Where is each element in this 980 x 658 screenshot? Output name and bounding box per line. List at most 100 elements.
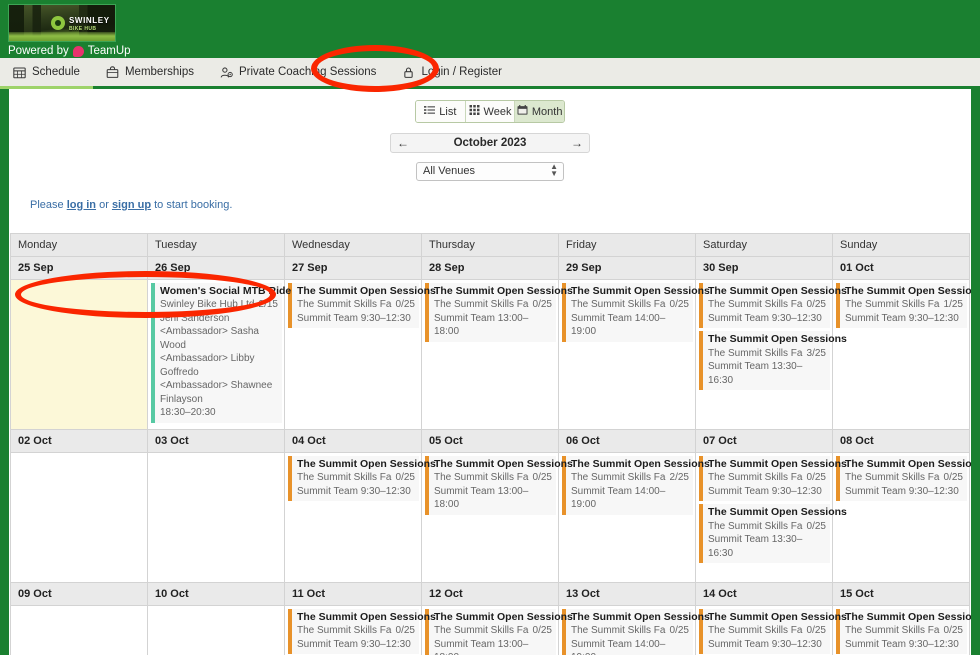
event-venue-row: The Summit Skills Facility0/25 <box>571 298 689 312</box>
calendar-event[interactable]: The Summit Open Sessions The Summit Skill… <box>425 455 573 515</box>
arrow-right-icon[interactable]: → <box>565 134 589 152</box>
calendar-day-cell[interactable]: Women's Social MTB Ride Swinley Bike Hub … <box>147 278 292 430</box>
event-venue: The Summit Skills Facility <box>571 299 666 310</box>
event-capacity-count: 2/15 <box>258 299 278 310</box>
calendar-events-row: The Summit Open Sessions The Summit Skill… <box>10 604 971 656</box>
event-venue-row: The Summit Skills Facility0/25 <box>297 298 415 312</box>
event-time: Summit Team 14:00–19:00 <box>571 312 666 338</box>
calendar-day-cell[interactable]: The Summit Open Sessions The Summit Skill… <box>421 451 573 583</box>
calendar-day-cell[interactable] <box>10 451 148 583</box>
signup-link-label: sign up <box>111 198 152 211</box>
calendar-event[interactable]: The Summit Open Sessions The Summit Skill… <box>288 455 436 501</box>
calendar-day-cell[interactable]: The Summit Open Sessions The Summit Skill… <box>558 278 710 430</box>
arrow-left-icon[interactable]: ← <box>391 134 415 152</box>
calendar-day-header: Thursday <box>421 232 559 257</box>
view-button-list[interactable]: List <box>416 101 466 122</box>
calendar-event[interactable]: The Summit Open Sessions The Summit Skill… <box>288 282 436 328</box>
calendar-event[interactable]: The Summit Open Sessions The Summit Skill… <box>836 608 971 654</box>
calendar-day-cell[interactable]: The Summit Open Sessions The Summit Skill… <box>284 451 436 583</box>
login-prompt-prefix: Please <box>30 198 67 211</box>
calendar-event[interactable]: The Summit Open Sessions The Summit Skill… <box>562 455 710 515</box>
logo-wordmark: SWINLEY BIKE HUB <box>69 16 110 34</box>
calendar-event[interactable]: The Summit Open Sessions The Summit Skill… <box>699 608 847 654</box>
calendar-date-label: 03 Oct <box>147 428 285 453</box>
calendar-day-cell[interactable] <box>147 604 285 655</box>
nav-item-login-register-label: Login / Register <box>421 66 502 78</box>
person-gear-icon <box>220 66 233 79</box>
calendar-event[interactable]: The Summit Open Sessions The Summit Skill… <box>699 282 847 328</box>
card-icon <box>106 65 119 79</box>
nav-item-login-register[interactable]: Login / Register <box>389 58 515 86</box>
event-time: Summit Team 9:30–12:30 <box>845 638 959 650</box>
event-capacity-count: 0/25 <box>669 625 689 636</box>
event-venue-row: The Summit Skills Facility3/25 <box>708 347 826 361</box>
venue-select[interactable]: All Venues <box>416 161 564 181</box>
calendar-day-cell[interactable]: The Summit Open Sessions The Summit Skill… <box>695 604 847 655</box>
calendar-day-cell[interactable]: The Summit Open Sessions The Summit Skill… <box>558 604 710 656</box>
event-time: Summit Team 14:00–19:00 <box>571 638 666 656</box>
event-title: The Summit Open Sessions <box>708 610 847 623</box>
event-venue: The Summit Skills Facility <box>297 472 392 483</box>
calendar-event[interactable]: The Summit Open Sessions The Summit Skill… <box>562 608 710 656</box>
calendar-day-cell[interactable] <box>10 604 148 655</box>
event-title: The Summit Open Sessions <box>434 457 573 470</box>
signup-link[interactable]: sign up <box>112 199 151 211</box>
event-time: Summit Team 9:30–12:30 <box>708 485 822 497</box>
calendar-day-cell[interactable]: The Summit Open Sessions The Summit Skill… <box>695 451 847 583</box>
nav-item-private-coaching[interactable]: Private Coaching Sessions <box>207 58 389 86</box>
calendar-day-header: Sunday <box>832 232 970 257</box>
nav-item-memberships[interactable]: Memberships <box>93 58 207 86</box>
event-time: Summit Team 9:30–12:30 <box>708 312 822 324</box>
calendar-day-cell[interactable] <box>147 451 285 583</box>
event-time: Summit Team 13:30–16:30 <box>708 534 803 559</box>
event-venue-row: The Summit Skills Facility0/25 <box>297 624 415 638</box>
calendar-event[interactable]: The Summit Open Sessions The Summit Skill… <box>288 608 436 654</box>
month-navigator: ← October 2023 → <box>390 133 590 153</box>
event-venue: The Summit Skills Facility <box>708 520 803 532</box>
event-title: Women's Social MTB Ride <box>160 284 292 297</box>
calendar-day-cell[interactable]: The Summit Open Sessions The Summit Skill… <box>421 604 573 655</box>
event-venue: The Summit Skills Facility <box>708 347 803 359</box>
calendar-date-label: 13 Oct <box>558 581 696 606</box>
calendar-event[interactable]: The Summit Open Sessions The Summit Skill… <box>699 504 847 563</box>
calendar-event[interactable]: The Summit Open Sessions The Summit Skill… <box>699 455 847 501</box>
calendar-day-cell[interactable]: The Summit Open Sessions The Summit Skill… <box>284 604 436 655</box>
calendar-event[interactable]: The Summit Open Sessions The Summit Skill… <box>836 455 980 501</box>
event-venue-row: The Summit Skills Facility0/25 <box>708 624 826 638</box>
event-title: The Summit Open Sessions <box>845 457 980 470</box>
event-capacity-count: 0/25 <box>532 299 552 310</box>
event-venue-row: The Summit Skills Facility0/25 <box>434 298 552 312</box>
event-detail-line: <Ambassador> Shawnee <box>160 380 273 391</box>
calendar-event[interactable]: The Summit Open Sessions The Summit Skill… <box>562 282 710 342</box>
calendar-day-cell[interactable]: The Summit Open Sessions The Summit Skill… <box>421 278 573 430</box>
calendar-date-label: 12 Oct <box>421 581 559 606</box>
calendar-day-cell[interactable]: The Summit Open Sessions The Summit Skill… <box>832 604 971 655</box>
event-venue-row: The Summit Skills Facility0/25 <box>297 471 415 485</box>
event-capacity-count: 0/25 <box>669 299 689 310</box>
calendar-event[interactable]: The Summit Open Sessions The Summit Skill… <box>425 608 573 655</box>
view-button-month[interactable]: Month <box>515 101 564 122</box>
calendar-day-cell[interactable]: The Summit Open Sessions The Summit Skill… <box>832 278 971 430</box>
calendar-event[interactable]: The Summit Open Sessions The Summit Skill… <box>699 331 847 390</box>
login-prompt: Please log in or sign up to start bookin… <box>30 199 970 211</box>
calendar-day-cell[interactable]: The Summit Open Sessions The Summit Skill… <box>284 278 436 430</box>
calendar-day-cell[interactable]: The Summit Open Sessions The Summit Skill… <box>832 451 980 583</box>
main-navigation: Schedule Memberships Private Coaching Se… <box>0 58 980 89</box>
calendar-day-cell[interactable]: The Summit Open Sessions The Summit Skill… <box>558 451 710 583</box>
login-link[interactable]: log in <box>67 199 96 211</box>
brand-header: SWINLEY BIKE HUB Powered by TeamUp <box>0 0 980 58</box>
view-button-week[interactable]: Week <box>465 101 516 122</box>
swinley-bike-hub-logo[interactable]: SWINLEY BIKE HUB <box>8 4 116 42</box>
event-title: The Summit Open Sessions <box>434 284 573 297</box>
calendar-event[interactable]: Women's Social MTB Ride Swinley Bike Hub … <box>151 282 292 423</box>
event-detail-line: <Ambassador> Sasha Wood <box>160 326 259 351</box>
event-time: Summit Team 9:30–12:30 <box>297 312 411 324</box>
calendar-event[interactable]: The Summit Open Sessions The Summit Skill… <box>425 282 573 342</box>
calendar-event[interactable]: The Summit Open Sessions The Summit Skill… <box>836 282 971 328</box>
calendar-day-cell-today[interactable] <box>10 278 148 430</box>
nav-item-schedule[interactable]: Schedule <box>0 58 93 89</box>
teamup-logo-icon <box>72 45 84 57</box>
event-venue-row: The Summit Skills Facility0/25 <box>708 471 826 485</box>
calendar-day-cell[interactable]: The Summit Open Sessions The Summit Skill… <box>695 278 847 430</box>
login-link-label: log in <box>66 198 97 211</box>
